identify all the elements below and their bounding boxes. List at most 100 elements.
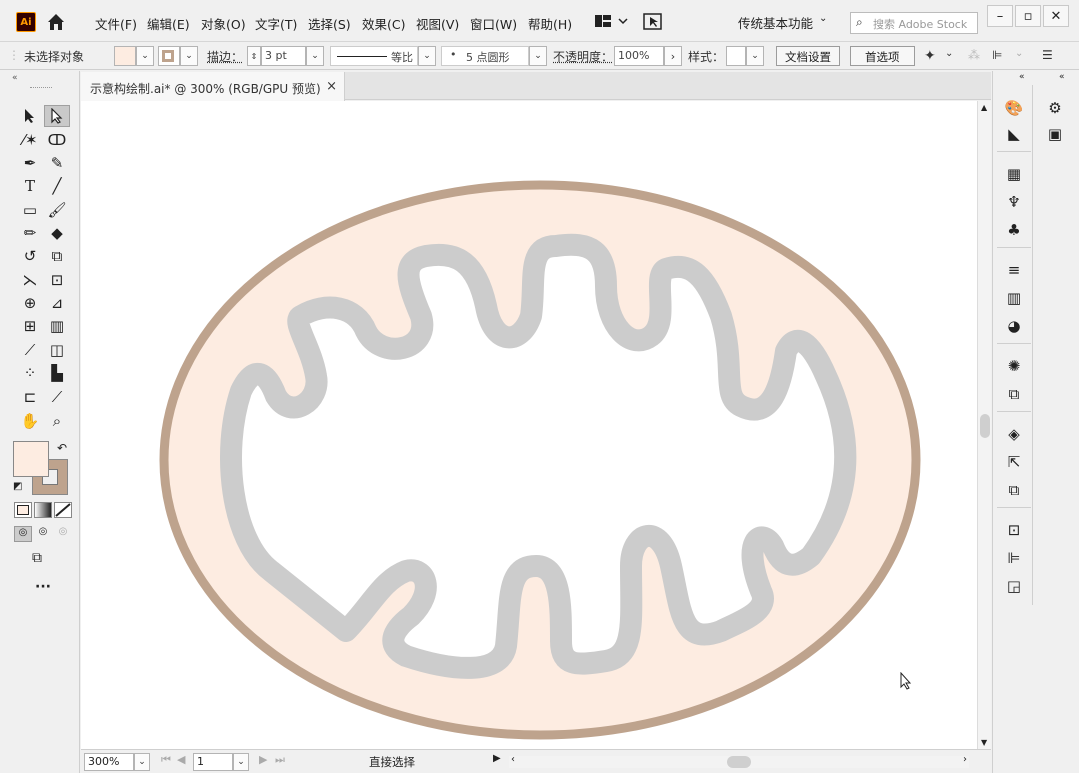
magic-wand-tool-icon[interactable]: ⁄✶ (17, 129, 43, 151)
menu-view[interactable]: 视图(V) (416, 14, 459, 33)
scroll-up-icon[interactable]: ▲ (981, 103, 987, 112)
transform-icon[interactable]: ⊡ (1002, 519, 1026, 541)
hand-tool-icon[interactable]: ✋ (17, 410, 43, 432)
fill-color-swatch[interactable] (13, 441, 49, 477)
zoom-tool-icon[interactable]: ⌕ (44, 410, 70, 432)
rectangle-tool-icon[interactable]: ▭ (17, 199, 43, 221)
none-mode-icon[interactable] (54, 502, 72, 518)
pencil-tool-icon[interactable]: ✏ (17, 222, 43, 244)
align-options-icon[interactable]: ⊫ (992, 48, 1002, 62)
panel-menu-icon[interactable]: ☰ (1042, 48, 1053, 62)
minimize-button[interactable]: – (987, 5, 1013, 27)
paintbrush-tool-icon[interactable]: 🖌 (44, 199, 70, 221)
mitochondrion-artwork[interactable] (81, 101, 977, 749)
scroll-right-icon[interactable]: › (963, 754, 967, 765)
previous-artboard-icon[interactable]: ◀ (177, 753, 185, 766)
libraries-icon[interactable]: ▣ (1043, 123, 1067, 145)
stroke-dropdown[interactable]: ⌄ (180, 46, 198, 66)
arrange-documents-icon[interactable] (594, 13, 628, 32)
graphic-styles-icon[interactable]: ⧉ (1002, 383, 1026, 405)
gradient-tool-icon[interactable]: ▥ (44, 315, 70, 337)
rotate-tool-icon[interactable]: ↺ (17, 245, 43, 267)
type-tool-icon[interactable]: T (17, 175, 43, 197)
symbols-icon[interactable]: ♣ (1002, 219, 1026, 241)
gradient-icon[interactable]: ▥ (1002, 287, 1026, 309)
stock-search-input[interactable]: ⌕ 搜索 Adobe Stock (850, 12, 978, 34)
color-mode-icon[interactable] (14, 502, 32, 518)
free-transform-tool-icon[interactable]: ⊡ (44, 269, 70, 291)
blend-tool-icon[interactable]: ◫ (44, 339, 70, 361)
preferences-button[interactable]: 首选项 (850, 46, 915, 66)
shape-builder-tool-icon[interactable]: ⊕ (17, 292, 43, 314)
perspective-grid-tool-icon[interactable]: ⊿ (44, 292, 70, 314)
scroll-left-icon[interactable]: ‹ (511, 754, 515, 765)
chevron-down-icon[interactable]: ⌄ (945, 48, 953, 59)
symbol-sprayer-tool-icon[interactable]: ⁘ (17, 362, 43, 384)
width-tool-icon[interactable]: ⋋ (17, 269, 43, 291)
line-tool-icon[interactable]: ╱ (44, 175, 70, 197)
draw-inside-icon[interactable]: ◎ (54, 526, 72, 542)
pathfinder-icon[interactable]: ◲ (1002, 575, 1026, 597)
align-icon[interactable]: ⊫ (1002, 547, 1026, 569)
menu-select[interactable]: 选择(S) (308, 14, 351, 33)
chevron-right-icon[interactable]: › (664, 46, 682, 66)
direct-selection-tool-icon[interactable] (44, 105, 70, 127)
menu-help[interactable]: 帮助(H) (528, 14, 572, 33)
artboard-tool-icon[interactable]: ⊏ (17, 386, 43, 408)
close-window-button[interactable]: ✕ (1043, 5, 1069, 27)
fill-dropdown[interactable]: ⌄ (136, 46, 154, 66)
pen-tool-icon[interactable]: ✒ (17, 152, 43, 174)
menu-window[interactable]: 窗口(W) (470, 14, 517, 33)
fill-swatch[interactable] (114, 46, 136, 66)
artboards-icon[interactable]: ⧉ (1002, 479, 1026, 501)
variable-width-profile[interactable]: 等比 (330, 46, 418, 66)
layers-icon[interactable]: ◈ (1002, 423, 1026, 445)
vertical-scroll-thumb[interactable] (980, 414, 990, 438)
stroke-weight-dropdown[interactable]: ⌄ (306, 46, 324, 66)
stroke-weight-field[interactable]: 3 pt (261, 46, 306, 66)
transparency-icon[interactable]: ◕ (1002, 315, 1026, 337)
default-colors-icon[interactable]: ◩ (13, 481, 22, 492)
lasso-tool-icon[interactable]: ↀ (44, 129, 70, 151)
draw-normal-icon[interactable]: ◎ (14, 526, 32, 542)
menu-file[interactable]: 文件(F) (95, 14, 137, 33)
draw-behind-icon[interactable]: ◎ (34, 526, 52, 542)
brush-dropdown[interactable]: ⌄ (529, 46, 547, 66)
scroll-down-icon[interactable]: ▼ (981, 738, 987, 747)
artboard-dropdown[interactable]: ⌄ (233, 753, 249, 771)
horizontal-scroll-thumb[interactable] (727, 756, 751, 768)
properties-icon[interactable]: ⚙ (1043, 97, 1067, 119)
style-dropdown[interactable]: ⌄ (746, 46, 764, 66)
last-artboard-icon[interactable]: ⏭ (275, 753, 285, 767)
eraser-tool-icon[interactable]: ◆ (44, 222, 70, 244)
document-tab[interactable]: 示意构绘制.ai* @ 300% (RGB/GPU 预览) × (81, 72, 345, 101)
screen-mode-icon[interactable]: ⧉ (32, 550, 42, 566)
workspace-switcher[interactable]: 传统基本功能 (738, 13, 813, 32)
home-icon[interactable] (46, 12, 66, 32)
brushes-icon[interactable]: ♆ (1002, 191, 1026, 213)
document-setup-button[interactable]: 文档设置 (776, 46, 840, 66)
vertical-scrollbar[interactable]: ▲ ▼ (977, 101, 991, 749)
gpu-performance-icon[interactable] (643, 13, 663, 34)
gradient-mode-icon[interactable] (34, 502, 52, 518)
profile-dropdown[interactable]: ⌄ (418, 46, 436, 66)
column-graph-tool-icon[interactable]: ▙ (44, 362, 70, 384)
curvature-tool-icon[interactable]: ✎ (44, 152, 70, 174)
appearance-icon[interactable]: ✺ (1002, 355, 1026, 377)
swatches-icon[interactable]: ▦ (1002, 163, 1026, 185)
stroke-label[interactable]: 描边： (207, 48, 243, 65)
swap-colors-icon[interactable]: ↶ (57, 441, 67, 455)
brush-definition[interactable]: • 5 点圆形 (441, 46, 529, 66)
mesh-tool-icon[interactable]: ⊞ (17, 315, 43, 337)
stroke-stepper[interactable]: ⇕ (247, 46, 261, 66)
menu-object[interactable]: 对象(O) (201, 14, 246, 33)
recolor-icon[interactable]: ✦ (924, 48, 936, 64)
close-tab-icon[interactable]: × (326, 79, 337, 94)
menu-edit[interactable]: 编辑(E) (147, 14, 190, 33)
edit-toolbar-icon[interactable]: ··· (35, 579, 51, 595)
graphic-style-swatch[interactable] (726, 46, 746, 66)
zoom-level-field[interactable]: 300% (84, 753, 134, 771)
stroke-swatch[interactable] (158, 46, 180, 66)
zoom-dropdown[interactable]: ⌄ (134, 753, 150, 771)
color-guide-icon[interactable]: ◣ (1002, 123, 1026, 145)
